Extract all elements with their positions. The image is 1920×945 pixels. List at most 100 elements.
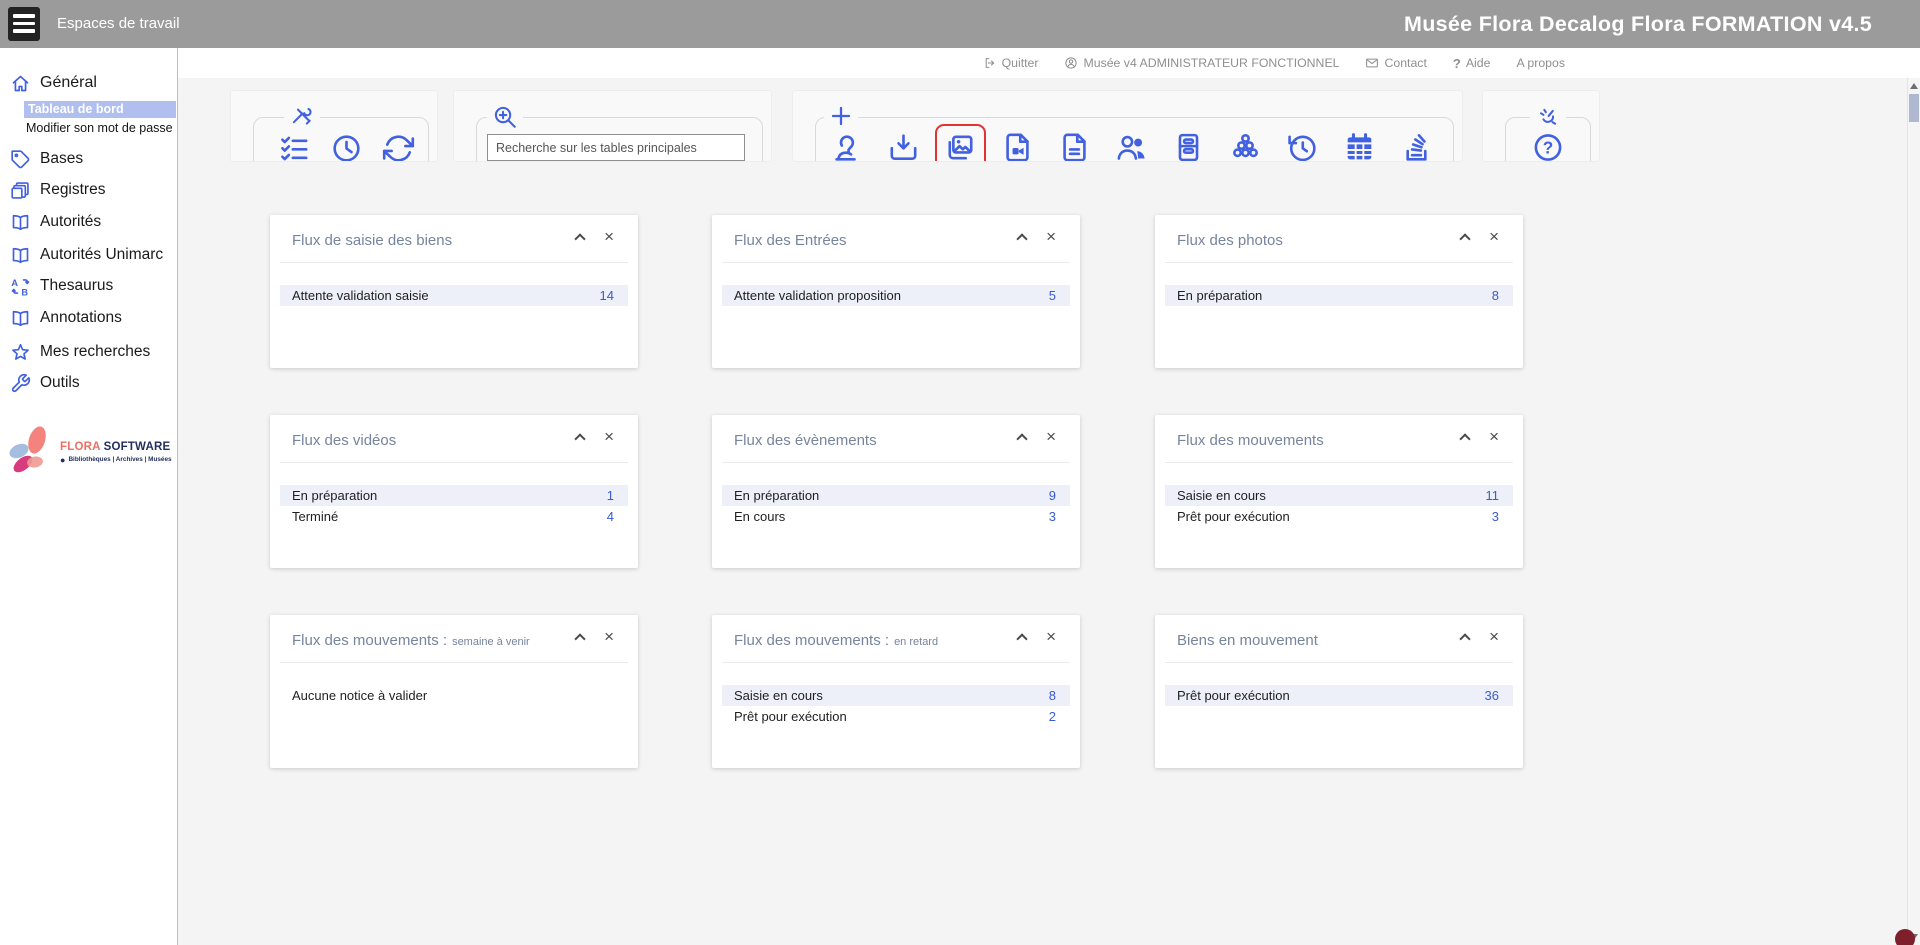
main-content: ? Flux de saisie des biens × Attente val…: [178, 78, 1907, 945]
dashboard-card-biens-en-mouvement: Biens en mouvement × Prêt pour exécution…: [1155, 615, 1523, 768]
card-row[interactable]: Prêt pour exécution 2: [722, 706, 1070, 727]
sidebar-item-general[interactable]: Général: [10, 70, 97, 96]
import-icon[interactable]: [887, 131, 920, 161]
brand-name: FLORA SOFTWARE: [60, 441, 171, 453]
card-title: Flux des mouvements : en retard: [734, 632, 939, 649]
checklist-icon[interactable]: [278, 132, 311, 161]
sidebar-item-modifier-mot-de-passe[interactable]: Modifier son mot de passe: [26, 121, 173, 135]
close-icon[interactable]: ×: [1046, 627, 1056, 647]
divider: [722, 262, 1070, 263]
card-row[interactable]: En préparation 9: [722, 485, 1070, 506]
row-label: Prêt pour exécution: [1177, 688, 1290, 703]
current-user[interactable]: Musée v4 ADMINISTRATEUR FONCTIONNEL: [1064, 56, 1339, 70]
toolbar-group-help: ?: [1482, 90, 1600, 162]
search-input[interactable]: [487, 134, 745, 161]
collapse-icon[interactable]: [1459, 233, 1471, 245]
toolbar-group-modules: [792, 90, 1463, 162]
row-value: 5: [1048, 288, 1056, 303]
clock-icon[interactable]: [330, 132, 363, 161]
sidebar-item-label: Tableau de bord: [28, 102, 124, 116]
card-row[interactable]: Prêt pour exécution 36: [1165, 685, 1513, 706]
card-row[interactable]: En préparation 1: [280, 485, 628, 506]
collapse-icon[interactable]: [1459, 433, 1471, 445]
sidebar-item-annotations[interactable]: Annotations: [10, 305, 122, 331]
close-icon[interactable]: ×: [1489, 627, 1499, 647]
help-link[interactable]: ? Aide: [1453, 56, 1491, 71]
sidebar-item-bases[interactable]: Bases: [10, 146, 83, 172]
close-icon[interactable]: ×: [604, 427, 614, 447]
sidebar-item-outils[interactable]: Outils: [10, 370, 80, 396]
row-value: 2: [1048, 709, 1056, 724]
card-row[interactable]: Attente validation proposition 5: [722, 285, 1070, 306]
photos-icon[interactable]: [944, 135, 977, 161]
close-icon[interactable]: ×: [1046, 427, 1056, 447]
book-open-icon: [12, 214, 29, 230]
people-icon[interactable]: [1115, 131, 1148, 161]
collapse-icon[interactable]: [1016, 233, 1028, 245]
card-row[interactable]: Attente validation saisie 14: [280, 285, 628, 306]
dashboard-card-flux-photos: Flux des photos × En préparation 8: [1155, 215, 1523, 368]
close-icon[interactable]: ×: [604, 627, 614, 647]
row-label: Prêt pour exécution: [1177, 509, 1290, 524]
card-row[interactable]: En préparation 8: [1165, 285, 1513, 306]
row-label: Prêt pour exécution: [734, 709, 847, 724]
collapse-icon[interactable]: [1016, 633, 1028, 645]
app-title: Musée Flora Decalog Flora FORMATION v4.5: [1404, 12, 1872, 36]
book-open-icon: [12, 247, 29, 263]
row-label: Attente validation proposition: [734, 288, 901, 303]
snap-fingers-icon: [1530, 104, 1566, 130]
help-label: Aide: [1465, 56, 1491, 70]
sidebar-item-autorites-unimarc[interactable]: Autorités Unimarc: [10, 242, 163, 268]
contact-button[interactable]: Contact: [1365, 56, 1427, 70]
workspaces-label[interactable]: Espaces de travail: [57, 0, 180, 48]
divider: [722, 462, 1070, 463]
card-row[interactable]: Prêt pour exécution 3: [1165, 506, 1513, 527]
cabinet-icon[interactable]: [1172, 131, 1205, 161]
card-row[interactable]: Saisie en cours 8: [722, 685, 1070, 706]
close-icon[interactable]: ×: [1046, 227, 1056, 247]
star-icon: [12, 343, 29, 360]
stack-icon[interactable]: [1400, 131, 1433, 161]
sidebar-item-autorites[interactable]: Autorités: [10, 209, 101, 235]
row-value: 36: [1484, 688, 1499, 703]
sidebar-item-label: Modifier son mot de passe: [26, 121, 173, 135]
toolbar-fieldset: [253, 104, 429, 161]
vertical-scrollbar[interactable]: [1907, 78, 1920, 945]
sidebar-item-registres[interactable]: Registres: [10, 177, 105, 203]
cluster-icon[interactable]: [1229, 131, 1262, 161]
history-icon[interactable]: [1286, 131, 1319, 161]
sidebar-item-thesaurus[interactable]: AB Thesaurus: [10, 273, 113, 299]
close-icon[interactable]: ×: [1489, 227, 1499, 247]
question-icon: ?: [1452, 55, 1461, 71]
card-title: Flux des Entrées: [734, 232, 847, 249]
dashboard-card-flux-evenements: Flux des évènements × En préparation 9 E…: [712, 415, 1080, 568]
video-doc-icon[interactable]: [1001, 131, 1034, 161]
bust-icon[interactable]: [830, 131, 863, 161]
collapse-icon[interactable]: [574, 233, 586, 245]
collapse-icon[interactable]: [1459, 633, 1471, 645]
dashboard-card-flux-mouvements-semaine: Flux des mouvements : semaine à venir × A…: [270, 615, 638, 768]
collapse-icon[interactable]: [574, 433, 586, 445]
sidebar-item-mes-recherches[interactable]: Mes recherches: [10, 339, 150, 365]
card-row[interactable]: En cours 3: [722, 506, 1070, 527]
user-label: Musée v4 ADMINISTRATEUR FONCTIONNEL: [1083, 56, 1340, 70]
refresh-icon[interactable]: [382, 132, 415, 161]
sidebar-item-tableau-de-bord[interactable]: Tableau de bord: [24, 101, 176, 118]
card-row[interactable]: Saisie en cours 11: [1165, 485, 1513, 506]
about-link[interactable]: A propos: [1516, 56, 1565, 70]
scroll-up-arrow-icon[interactable]: [1910, 83, 1918, 89]
collapse-icon[interactable]: [1016, 433, 1028, 445]
collapse-icon[interactable]: [574, 633, 586, 645]
help-icon[interactable]: ?: [1532, 131, 1565, 161]
calendar-icon[interactable]: [1343, 131, 1376, 161]
hamburger-menu-button[interactable]: [8, 7, 40, 41]
divider: [1165, 262, 1513, 263]
divider: [1165, 662, 1513, 663]
mail-icon: [1366, 58, 1379, 68]
quit-button[interactable]: Quitter: [983, 56, 1038, 70]
card-row[interactable]: Terminé 4: [280, 506, 628, 527]
text-doc-icon[interactable]: [1058, 131, 1091, 161]
close-icon[interactable]: ×: [604, 227, 614, 247]
scrollbar-thumb[interactable]: [1909, 94, 1919, 122]
close-icon[interactable]: ×: [1489, 427, 1499, 447]
